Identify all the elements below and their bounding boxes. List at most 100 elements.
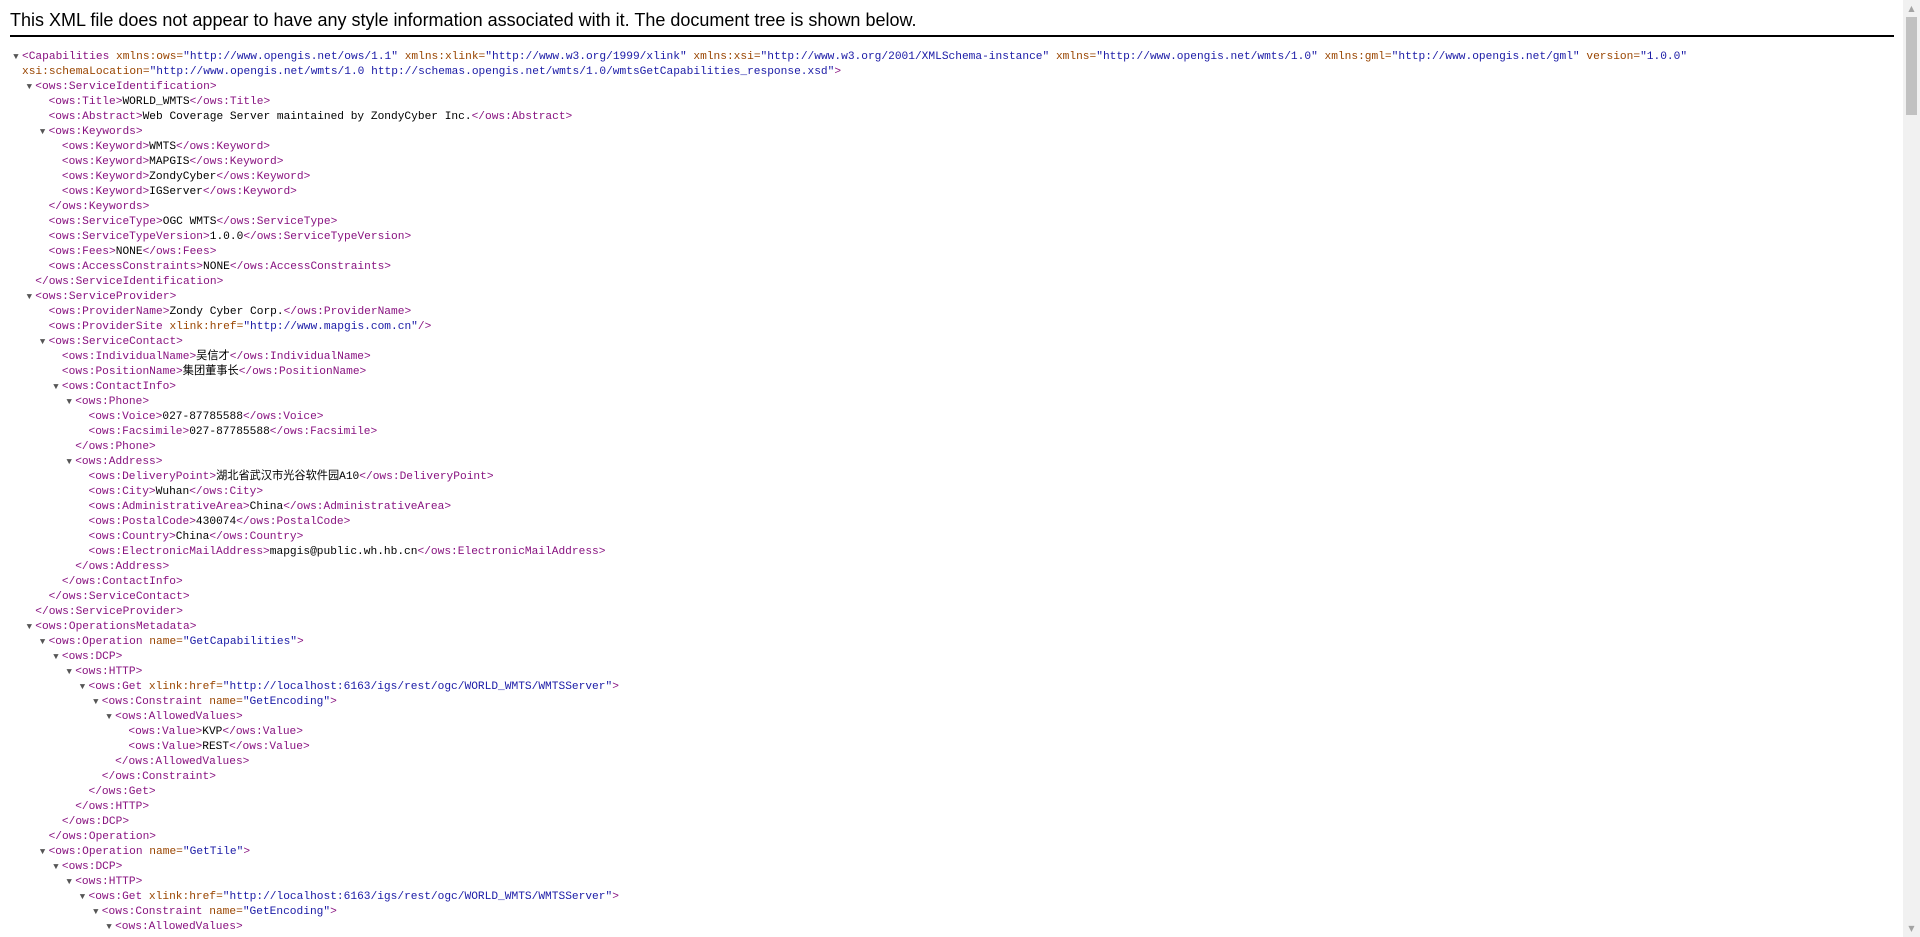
xml-attribute-value: "http://www.opengis.net/wmts/1.0" <box>1096 51 1318 63</box>
xml-tree-line: ▼ <ows:Operation name="GetTile"> <box>10 845 1890 860</box>
collapse-toggle-icon[interactable]: ▼ <box>50 380 62 395</box>
xml-text: MAPGIS <box>149 156 190 168</box>
xml-tag: </ows:ServiceIdentification> <box>35 276 224 288</box>
collapse-toggle-icon[interactable]: ▼ <box>23 80 35 95</box>
xml-tag: </ows:Address> <box>75 561 170 573</box>
xml-tag: <ows:PositionName> <box>61 366 183 378</box>
xml-tree-line: <ows:Keyword>MAPGIS</ows:Keyword> <box>10 155 1890 170</box>
xml-tree-line: ▼ <ows:Keywords> <box>10 125 1890 140</box>
collapse-toggle-icon[interactable]: ▼ <box>90 905 102 920</box>
xml-tag: </ows:PositionName> <box>238 366 367 378</box>
xml-text: REST <box>202 741 230 753</box>
xml-attribute-value: "GetEncoding" <box>242 696 331 708</box>
xml-tree-line: ▼ <ows:Operation name="GetCapabilities"> <box>10 635 1890 650</box>
xml-attribute-name: xmlns:xsi= <box>686 51 761 63</box>
xml-tree-line: <ows:Abstract>Web Coverage Server mainta… <box>10 110 1890 125</box>
xml-tag: </ows:AccessConstraints> <box>229 261 392 273</box>
collapse-toggle-icon[interactable]: ▼ <box>103 710 115 725</box>
collapse-toggle-icon[interactable]: ▼ <box>37 635 49 650</box>
collapse-toggle-icon[interactable]: ▼ <box>90 695 102 710</box>
collapse-toggle-icon[interactable]: ▼ <box>63 455 75 470</box>
xml-tag: </ows:Title> <box>189 96 271 108</box>
xml-tag: > <box>612 681 619 693</box>
xml-attribute-name: xmlns= <box>1049 51 1097 63</box>
collapse-toggle-icon[interactable]: ▼ <box>37 125 49 140</box>
xml-text: China <box>175 531 210 543</box>
xml-tag: </ows:ElectronicMailAddress> <box>417 546 606 558</box>
xml-tree-line: ▼ <ows:Constraint name="GetEncoding"> <box>10 905 1890 920</box>
xml-tag: <ows:Title> <box>48 96 123 108</box>
xml-tag: </ows:ContactInfo> <box>61 576 183 588</box>
collapse-toggle-icon[interactable]: ▼ <box>10 50 22 65</box>
xml-text: NONE <box>203 261 230 273</box>
collapse-toggle-icon[interactable]: ▼ <box>103 920 115 935</box>
xml-tree-line: <ows:Title>WORLD_WMTS</ows:Title> <box>10 95 1890 110</box>
xml-tag: </ows:ServiceType> <box>216 216 338 228</box>
xml-attribute-value: "http://www.mapgis.com.cn" <box>243 321 418 333</box>
collapse-toggle-icon[interactable]: ▼ <box>23 290 35 305</box>
xml-attribute-name: xlink:href= <box>142 891 223 903</box>
xml-attribute-name: name= <box>142 636 183 648</box>
xml-attribute-value: "http://www.w3.org/1999/xlink" <box>485 51 687 63</box>
collapse-toggle-icon[interactable]: ▼ <box>37 335 49 350</box>
xml-tree-line: <ows:ServiceTypeVersion>1.0.0</ows:Servi… <box>10 230 1890 245</box>
collapse-toggle-icon[interactable]: ▼ <box>63 875 75 890</box>
xml-tag: </ows:Abstract> <box>471 111 573 123</box>
xml-tag: </ows:ProviderName> <box>283 306 412 318</box>
xml-attribute-value: "http://www.opengis.net/gml" <box>1391 51 1580 63</box>
collapse-toggle-icon[interactable]: ▼ <box>37 845 49 860</box>
collapse-toggle-icon[interactable]: ▼ <box>63 395 75 410</box>
collapse-toggle-icon[interactable]: ▼ <box>50 860 62 875</box>
xml-text: 湖北省武汉市光谷软件园A10 <box>216 471 360 483</box>
xml-text: ZondyCyber <box>149 171 217 183</box>
xml-tree-line: </ows:Get> <box>10 785 1890 800</box>
xml-tree-line: ▼ <ows:ContactInfo> <box>10 380 1890 395</box>
xml-tree-line: </ows:Constraint> <box>10 770 1890 785</box>
xml-tree-line: <ows:IndividualName>吴信才</ows:IndividualN… <box>10 350 1890 365</box>
xml-tag: <ows:Phone> <box>75 396 150 408</box>
xml-tag: <ows:DCP> <box>61 861 123 873</box>
vertical-scrollbar[interactable]: ▲ ▼ <box>1903 0 1920 937</box>
scroll-down-arrow-icon[interactable]: ▼ <box>1903 920 1920 937</box>
xml-tree-line: ▼ <ows:AllowedValues> <box>10 710 1890 725</box>
xml-attribute-name: version= <box>1579 51 1641 63</box>
xml-text: WMTS <box>149 141 177 153</box>
xml-attribute-name: name= <box>202 906 243 918</box>
scroll-up-arrow-icon[interactable]: ▲ <box>1903 0 1920 17</box>
collapse-toggle-icon[interactable]: ▼ <box>63 665 75 680</box>
xml-tag: </ows:HTTP> <box>75 801 150 813</box>
xml-tag: </ows:PostalCode> <box>236 516 351 528</box>
xml-tree-line: <ows:Facsimile>027-87785588</ows:Facsimi… <box>10 425 1890 440</box>
xml-tag: <ows:City> <box>88 486 156 498</box>
xml-tag: <ows:Keyword> <box>61 171 150 183</box>
xml-tree-line: <ows:Value>REST</ows:Value> <box>10 740 1890 755</box>
xml-tag: <ows:ServiceIdentification> <box>35 81 217 93</box>
xml-tree-line: </ows:Phone> <box>10 440 1890 455</box>
collapse-toggle-icon[interactable]: ▼ <box>77 680 89 695</box>
xml-text: 吴信才 <box>196 351 230 363</box>
xml-tag: /> <box>417 321 432 333</box>
xml-tag: <ows:Abstract> <box>48 111 143 123</box>
xml-tree-line: <ows:Fees>NONE</ows:Fees> <box>10 245 1890 260</box>
xml-tag: > <box>612 891 619 903</box>
xml-attribute-value: "GetEncoding" <box>242 906 331 918</box>
xml-attribute-value: "GetCapabilities" <box>182 636 298 648</box>
xml-tag: <ows:PostalCode> <box>88 516 196 528</box>
xml-info-banner: This XML file does not appear to have an… <box>10 0 1894 37</box>
xml-tag: </ows:Get> <box>88 786 156 798</box>
collapse-toggle-icon[interactable]: ▼ <box>50 650 62 665</box>
scrollbar-thumb[interactable] <box>1906 17 1917 115</box>
collapse-toggle-icon[interactable]: ▼ <box>23 620 35 635</box>
xml-tag: <ows:AllowedValues> <box>115 921 243 933</box>
collapse-toggle-icon[interactable]: ▼ <box>77 890 89 905</box>
xml-tag: <ows:Country> <box>88 531 176 543</box>
xml-tag: <ows:IndividualName> <box>61 351 197 363</box>
xml-tree-line: <ows:Country>China</ows:Country> <box>10 530 1890 545</box>
xml-tree-line: ▼ <ows:Get xlink:href="http://localhost:6… <box>10 890 1890 905</box>
xml-tag: <ows:ProviderSite <box>48 321 163 333</box>
xml-tree-line: ▼ <ows:Get xlink:href="http://localhost:6… <box>10 680 1890 695</box>
xml-attribute-value: "http://localhost:6163/igs/rest/ogc/WORL… <box>222 891 613 903</box>
xml-tag: <ows:Fees> <box>48 246 116 258</box>
xml-tree-line: </ows:ContactInfo> <box>10 575 1890 590</box>
xml-tree-line: <ows:DeliveryPoint>湖北省武汉市光谷软件园A10</ows:D… <box>10 470 1890 485</box>
